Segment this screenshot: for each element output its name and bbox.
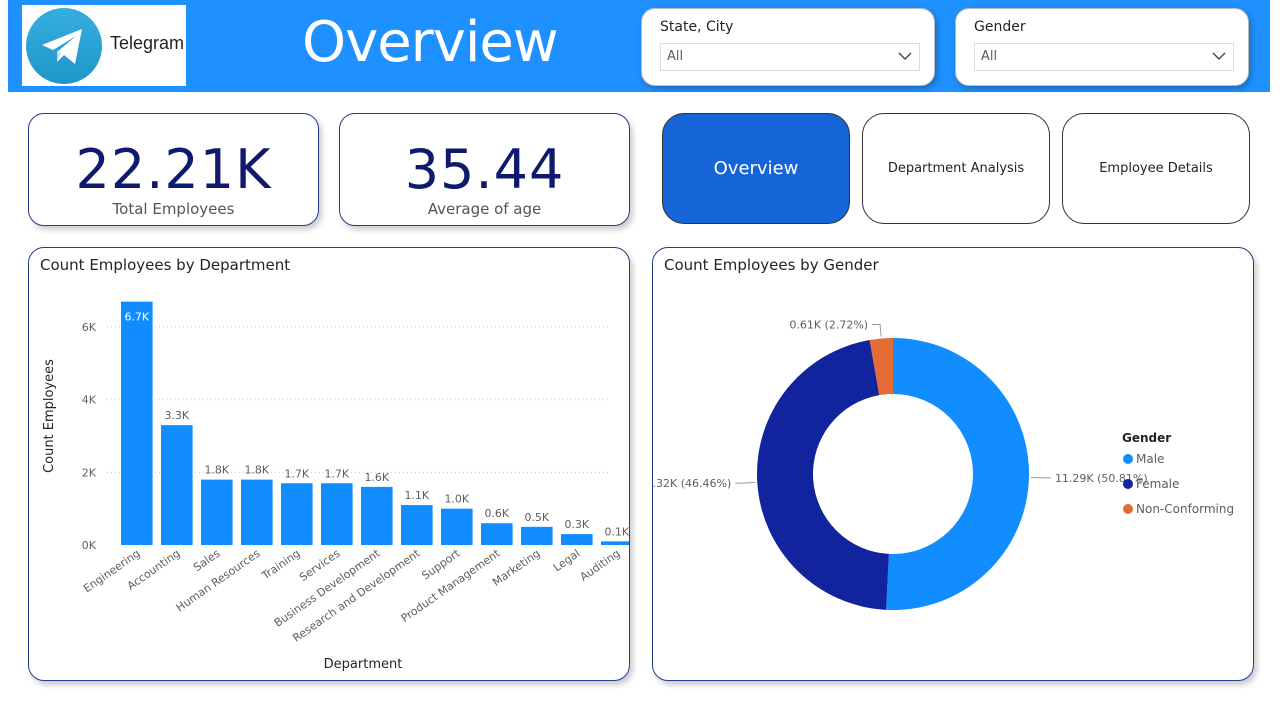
- logo-text: Telegram: [110, 33, 185, 53]
- total-employees-card: 22.21K Total Employees: [28, 113, 319, 226]
- chevron-down-icon: [1212, 52, 1226, 60]
- bar[interactable]: [321, 483, 353, 545]
- data-label: 1.8K: [204, 464, 229, 477]
- x-tick-label: Legal: [551, 547, 583, 575]
- y-tick-label: 0K: [82, 539, 97, 552]
- legend-item[interactable]: Male: [1136, 452, 1164, 466]
- gender-donut-chart: 11.29K (50.81%) 10.32K (46.46%) 0.61K (2.7…: [653, 319, 1234, 610]
- x-axis-title: Department: [324, 657, 403, 672]
- nav-department-analysis-button[interactable]: Department Analysis: [862, 113, 1050, 224]
- bar[interactable]: [201, 479, 233, 545]
- legend-title: Gender: [1122, 431, 1171, 445]
- data-label: 0.5K: [524, 511, 549, 524]
- data-label: 1.0K: [444, 493, 469, 506]
- bar[interactable]: [281, 483, 313, 545]
- data-label: 1.7K: [284, 467, 309, 480]
- y-tick-label: 2K: [82, 466, 97, 479]
- slicer-label: Gender: [974, 19, 1026, 35]
- bar[interactable]: [441, 508, 473, 545]
- kpi-label: Total Employees: [112, 200, 235, 218]
- leader-line: [735, 481, 756, 484]
- leader-line: [872, 324, 882, 337]
- bar[interactable]: [361, 486, 393, 545]
- kpi-value: 22.21K: [75, 138, 272, 201]
- telegram-logo: Telegram: [22, 5, 186, 86]
- bar[interactable]: [481, 523, 513, 545]
- state-city-slicer: State, City All: [641, 8, 935, 86]
- legend-marker: [1123, 454, 1133, 464]
- y-axis-title: Count Employees: [42, 359, 57, 473]
- data-label: 1.1K: [404, 489, 429, 502]
- data-label: 1.8K: [244, 464, 269, 477]
- legend-marker: [1123, 504, 1133, 514]
- legend-marker: [1123, 479, 1133, 489]
- y-tick-label: 4K: [82, 394, 97, 407]
- data-label: 0.1K: [604, 525, 629, 538]
- data-label: 1.7K: [324, 467, 349, 480]
- x-tick-label: Auditing: [577, 547, 622, 584]
- bar[interactable]: [241, 479, 273, 545]
- nav-overview-button[interactable]: Overview: [662, 113, 850, 224]
- x-tick-label: Sales: [191, 547, 223, 575]
- slicer-label: State, City: [660, 19, 734, 35]
- chevron-down-icon: [898, 52, 912, 60]
- data-label: 6.7K: [124, 311, 149, 324]
- data-label: 1.6K: [364, 471, 389, 484]
- department-chart-panel: Count Employees by Department 0K 2K 4K 6K 6.…: [28, 247, 630, 681]
- bar[interactable]: [121, 301, 153, 545]
- data-label: 0.3K: [564, 518, 589, 531]
- slicer-value: All: [981, 49, 998, 64]
- gender-chart-panel: Count Employees by Gender 11.29K (50.81%…: [652, 247, 1254, 681]
- telegram-icon: [26, 8, 102, 84]
- nav-employee-details-button[interactable]: Employee Details: [1062, 113, 1250, 224]
- page-title: Overview: [302, 10, 559, 75]
- data-label: 10.32K (46.46%): [653, 477, 731, 490]
- slicer-value: All: [667, 49, 684, 64]
- legend-item[interactable]: Female: [1136, 477, 1179, 491]
- x-tick-label: Training: [259, 547, 303, 583]
- data-label: 3.3K: [164, 409, 189, 422]
- bar[interactable]: [161, 425, 193, 545]
- kpi-label: Average of age: [427, 200, 542, 218]
- data-label: 0.61K (2.72%): [789, 319, 868, 332]
- bar[interactable]: [401, 505, 433, 545]
- average-age-card: 35.44 Average of age: [339, 113, 630, 226]
- gender-slicer: Gender All: [955, 8, 1249, 86]
- legend-item[interactable]: Non-Conforming: [1136, 502, 1234, 516]
- donut-slice[interactable]: [756, 340, 889, 610]
- y-tick-label: 6K: [82, 321, 97, 334]
- department-bar-chart: 0K2K4K6K6.7KEngineering3.3KAccounting1.8…: [42, 301, 629, 672]
- gender-dropdown[interactable]: All: [974, 43, 1234, 71]
- bar[interactable]: [601, 541, 629, 545]
- state-city-dropdown[interactable]: All: [660, 43, 920, 71]
- bar[interactable]: [561, 534, 593, 545]
- donut-slice[interactable]: [886, 338, 1029, 610]
- data-label: 11.29K (50.81%): [1055, 472, 1148, 485]
- data-label: 0.6K: [484, 507, 509, 520]
- bar[interactable]: [521, 526, 553, 545]
- kpi-value: 35.44: [404, 138, 565, 201]
